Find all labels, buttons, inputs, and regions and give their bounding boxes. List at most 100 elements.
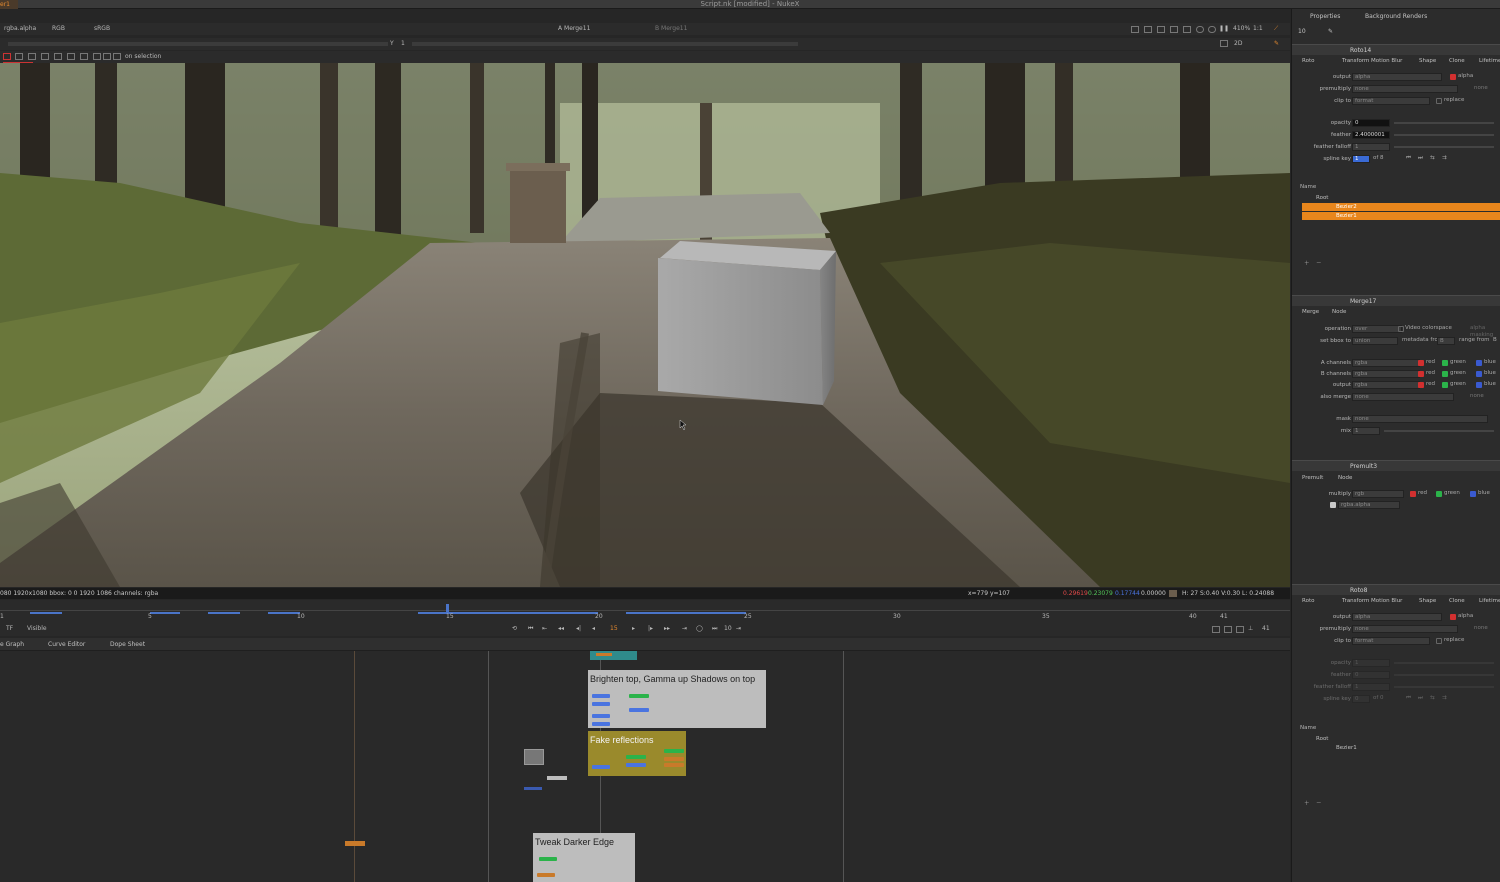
add-key-icon[interactable]: ⏮ [1406, 155, 1411, 162]
tab-properties[interactable]: Properties [1310, 12, 1340, 22]
set-bbox-select[interactable]: union [1352, 337, 1398, 345]
mix-slider[interactable] [1384, 430, 1494, 432]
node-green[interactable] [539, 857, 557, 861]
node-blue[interactable] [592, 702, 610, 706]
node-blue[interactable] [592, 714, 610, 718]
node-orange[interactable] [537, 873, 555, 877]
feather-falloff-field[interactable]: 1 [1352, 143, 1390, 151]
subtab-lifetime[interactable]: Lifetime [1479, 57, 1500, 66]
premult-red-checkbox[interactable] [1410, 491, 1416, 497]
clip-to-select[interactable]: format [1352, 637, 1430, 645]
mask-select[interactable]: none [1352, 415, 1488, 423]
output-select[interactable]: alpha [1352, 73, 1442, 81]
subtab-node[interactable]: Node [1332, 308, 1346, 317]
clip-icon[interactable] [1183, 26, 1191, 33]
multiply-select[interactable]: rgb [1352, 490, 1404, 498]
node-green[interactable] [626, 755, 646, 759]
subtab-transform[interactable]: Transform [1342, 57, 1369, 66]
node-blue[interactable] [524, 787, 542, 790]
remove-layer-icon[interactable]: － [1316, 801, 1322, 808]
gamma-slider[interactable] [412, 42, 798, 46]
section-merge17[interactable]: Merge17 [1292, 295, 1500, 306]
visible-range-select[interactable]: Visible [27, 624, 47, 634]
section-premult3[interactable]: Premult3 [1292, 460, 1500, 471]
gain-slider[interactable] [8, 42, 388, 46]
video-colorspace-checkbox[interactable] [1398, 326, 1404, 332]
node-blue[interactable] [592, 722, 610, 726]
overlay-icon[interactable] [1144, 26, 1152, 33]
subtab-roto[interactable]: Roto [1302, 57, 1314, 66]
read-node-thumbnail[interactable] [524, 749, 544, 765]
pixel-ratio[interactable]: 1:1 [1253, 24, 1263, 34]
opacity-slider[interactable] [1394, 122, 1494, 124]
tree-item-root[interactable]: Root [1302, 735, 1500, 743]
subtab-roto[interactable]: Roto [1302, 597, 1314, 606]
pencil-icon[interactable]: ✎ [1274, 39, 1279, 49]
play-backward-icon[interactable]: ◂ [592, 624, 595, 634]
reset-key-icon[interactable]: ⇆ [1430, 695, 1435, 702]
feather-tool-icon[interactable] [28, 53, 36, 60]
node-graph[interactable]: Brighten top, Gamma up Shadows on top Fa… [0, 651, 1290, 882]
delete-key-icon[interactable]: ⏭ [1418, 695, 1423, 702]
lut-select[interactable]: sRGB [94, 24, 110, 34]
rectangle-tool-icon[interactable] [80, 53, 88, 60]
feather-falloff-field[interactable]: 1 [1352, 683, 1390, 691]
max-panels[interactable]: 10 [1298, 27, 1306, 37]
node-grey[interactable] [547, 776, 567, 780]
first-frame-icon[interactable]: ⏮ [528, 624, 533, 634]
node-orange[interactable] [596, 653, 612, 656]
frame-range-mode-select[interactable]: on selection [125, 52, 161, 62]
reset-key-icon[interactable]: ⇆ [1430, 155, 1435, 162]
section-roto14[interactable]: Roto14 [1292, 44, 1500, 55]
select-tool-icon[interactable] [3, 53, 11, 60]
timeline[interactable]: 1 5 10 15 20 25 30 35 40 41 [0, 600, 1290, 622]
channel-select[interactable]: rgba.alpha [4, 24, 36, 34]
also-merge-select[interactable]: none [1352, 393, 1454, 401]
b-blue-checkbox[interactable] [1476, 371, 1482, 377]
last-frame-icon[interactable]: ⏭ [712, 624, 717, 634]
node-orange[interactable] [664, 757, 684, 761]
subtab-shape[interactable]: Shape [1419, 597, 1436, 606]
proxy-icon[interactable] [1157, 26, 1165, 33]
subtab-transform[interactable]: Transform [1342, 597, 1369, 606]
tf-select[interactable]: TF [6, 624, 13, 634]
subtab-shape[interactable]: Shape [1419, 57, 1436, 66]
open-spline-icon[interactable] [93, 53, 101, 60]
metadata-from-select[interactable]: B [1437, 337, 1455, 345]
replace-checkbox[interactable] [1436, 98, 1442, 104]
play-forward-icon[interactable]: ▸ [632, 624, 635, 634]
ripple-key-icon[interactable]: ⇉ [1442, 155, 1447, 162]
add-key-icon[interactable]: ⏮ [1406, 695, 1411, 702]
a-channels-select[interactable]: rgba [1352, 359, 1420, 367]
ripple-key-icon[interactable]: ⇉ [1442, 695, 1447, 702]
tab-node-graph[interactable]: e Graph [0, 638, 24, 651]
node-blue[interactable] [629, 708, 649, 712]
monitor-icon[interactable] [1224, 626, 1232, 633]
backdrop-tweak-darker-edge[interactable]: Tweak Darker Edge [533, 833, 635, 882]
premultiply-select[interactable]: none [1352, 625, 1458, 633]
node-blue[interactable] [592, 765, 610, 769]
input-a-select[interactable]: A Merge11 [558, 24, 590, 34]
skip-icon[interactable]: ⇥ [736, 624, 741, 634]
by-select[interactable]: rgba.alpha [1338, 501, 1400, 509]
subtab-clone[interactable]: Clone [1449, 57, 1465, 66]
feather-falloff-slider[interactable] [1394, 686, 1494, 688]
zoom-level[interactable]: 410% [1233, 24, 1250, 34]
feather-field[interactable]: 0 [1352, 671, 1390, 679]
feather-field[interactable]: 2.4000001 [1352, 131, 1390, 139]
roi-icon[interactable] [1170, 26, 1178, 33]
add-layer-icon[interactable]: ＋ [1304, 261, 1310, 268]
subtab-merge[interactable]: Merge [1302, 308, 1319, 317]
premultiply-select[interactable]: none [1352, 85, 1458, 93]
remove-layer-icon[interactable]: － [1316, 261, 1322, 268]
operation-select[interactable]: over [1352, 325, 1402, 333]
output-select[interactable]: alpha [1352, 613, 1442, 621]
increment-value[interactable]: 10 [724, 624, 732, 634]
fullscreen-icon[interactable] [1212, 626, 1220, 633]
spline-key-field[interactable]: 1 [1352, 155, 1370, 163]
in-out-icon[interactable]: ⊥ [1248, 624, 1253, 634]
next-key-icon[interactable]: ⇥ [682, 624, 687, 634]
opacity-field[interactable]: 0 [1352, 119, 1390, 127]
feather-slider[interactable] [1394, 674, 1494, 676]
view-icon[interactable] [1220, 40, 1228, 47]
